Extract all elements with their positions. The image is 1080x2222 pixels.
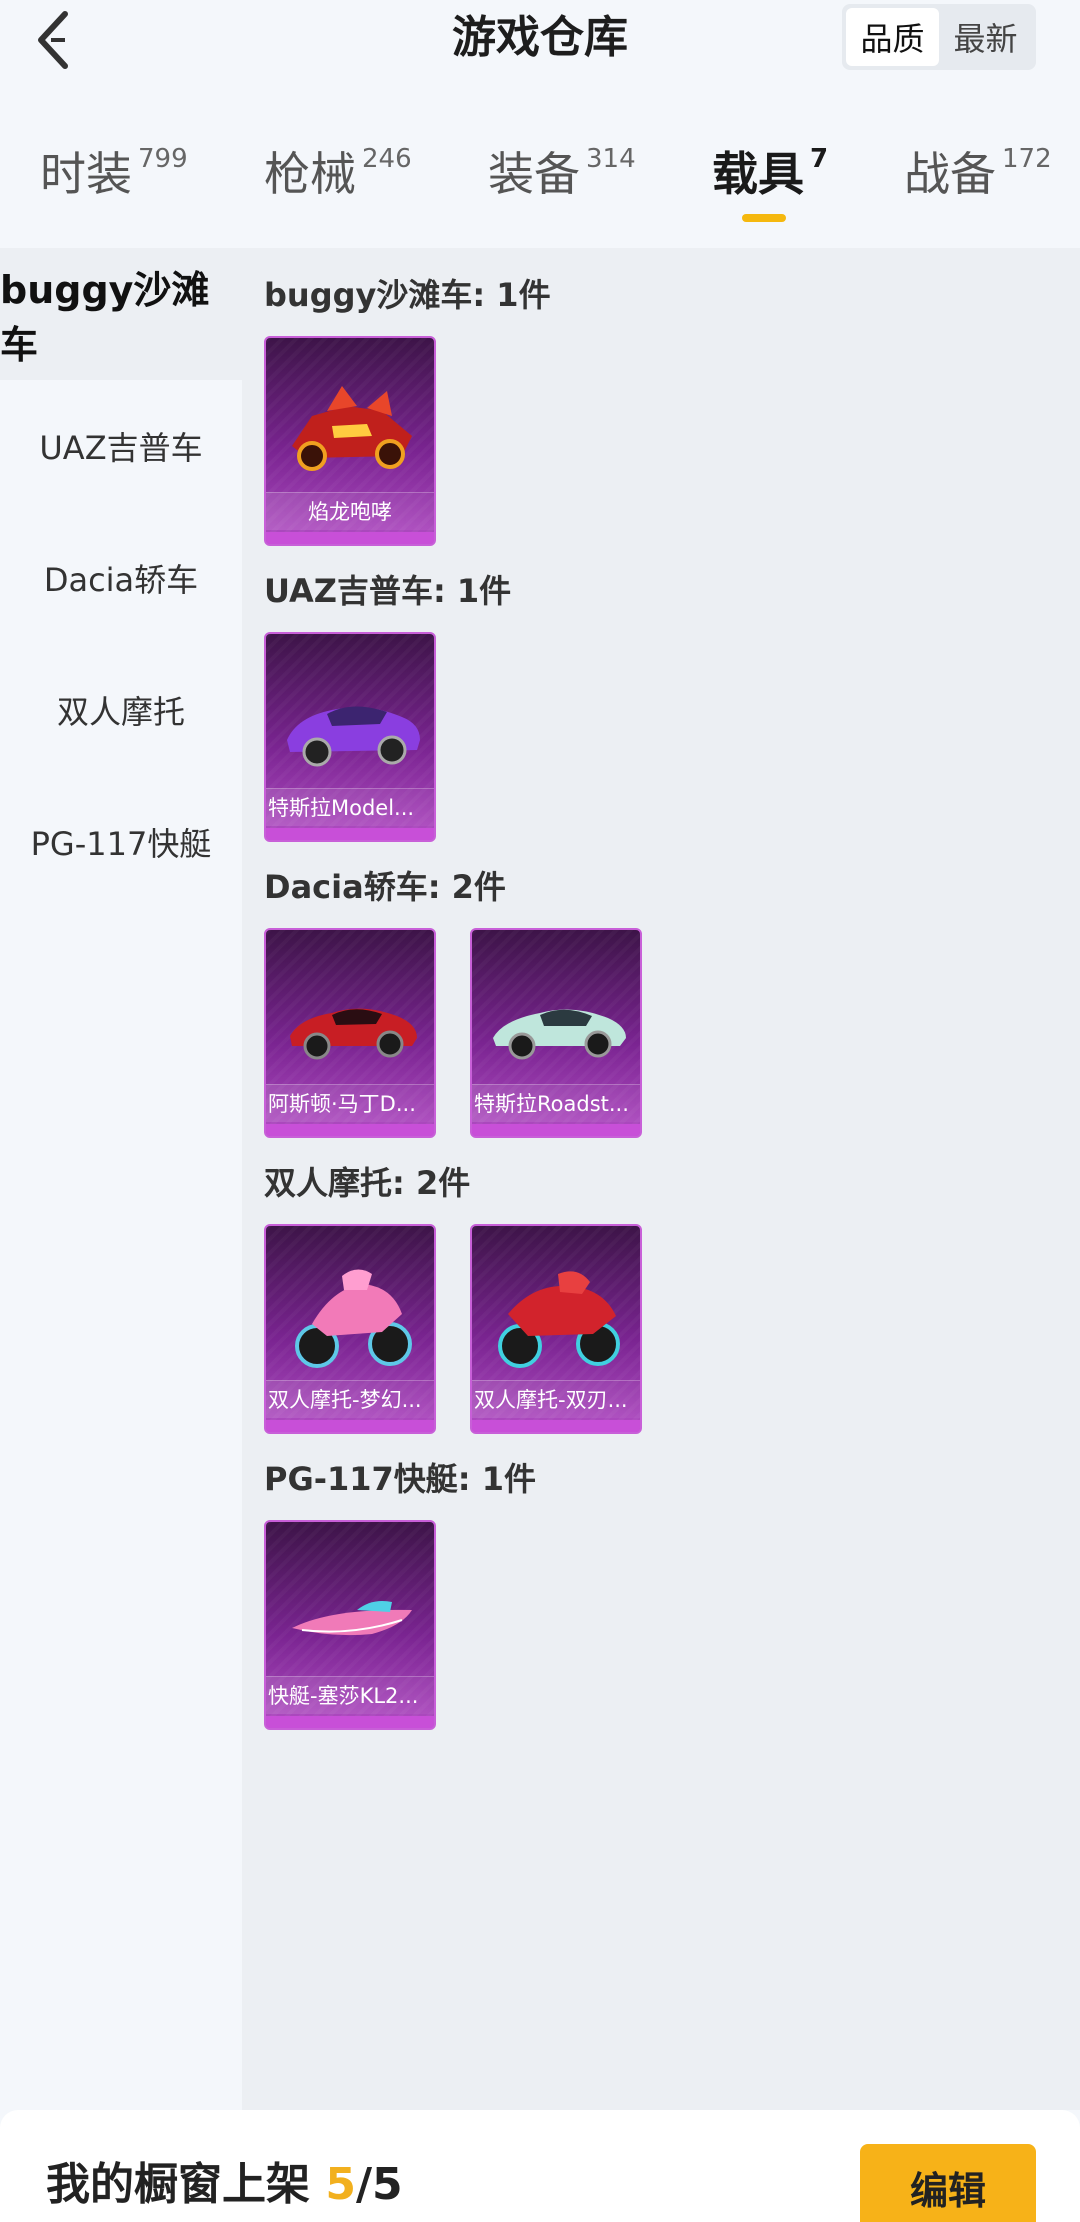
rarity-bar [266, 532, 434, 544]
sort-toggle: 品质 最新 [842, 4, 1036, 70]
item-name: 双人摩托-梦幻... [266, 1380, 434, 1418]
tab-guns[interactable]: 枪械 246 [264, 134, 412, 234]
rarity-bar [266, 1420, 434, 1432]
sort-quality-option[interactable]: 品质 [846, 8, 939, 66]
item-list: buggy沙滩车: 1件 焰龙咆哮 UAZ吉普车: 1件 特斯拉Model...… [242, 248, 1080, 2110]
tab-label: 装备 [488, 147, 580, 201]
vehicle-card[interactable]: 阿斯顿·马丁D... [264, 928, 436, 1138]
item-name: 双人摩托-双刃... [472, 1380, 640, 1418]
speedboat-icon [292, 1601, 412, 1636]
vehicle-card[interactable]: 双人摩托-梦幻... [264, 1224, 436, 1434]
rarity-bar [472, 1124, 640, 1136]
group-title-dacia: Dacia轿车: 2件 [264, 868, 506, 906]
item-name: 快艇-塞莎KL2... [266, 1676, 434, 1714]
vehicle-card[interactable]: 焰龙咆哮 [264, 336, 436, 546]
item-name: 特斯拉Model... [266, 788, 434, 826]
edit-button[interactable]: 编辑 [860, 2144, 1036, 2222]
tab-label: 载具 [712, 147, 804, 201]
mint-car-icon [493, 1009, 626, 1060]
vehicle-card[interactable]: 快艇-塞莎KL2... [264, 1520, 436, 1730]
showcase-current-count: 5 [325, 2159, 356, 2210]
tab-count: 314 [586, 144, 636, 174]
sidebar-item-motorcycle[interactable]: 双人摩托 [0, 644, 242, 776]
vehicle-card[interactable]: 特斯拉Roadst... [470, 928, 642, 1138]
showcase-total-count: /5 [355, 2159, 403, 2210]
tab-count: 172 [1002, 144, 1052, 174]
item-name: 特斯拉Roadst... [472, 1084, 640, 1122]
sidebar-item-uaz[interactable]: UAZ吉普车 [0, 380, 242, 512]
tab-label: 时装 [40, 147, 132, 201]
buggy-icon [292, 386, 412, 471]
tab-count: 799 [138, 144, 188, 174]
item-name: 阿斯顿·马丁D... [266, 1084, 434, 1122]
group-title-uaz: UAZ吉普车: 1件 [264, 572, 512, 610]
red-car-icon [290, 1008, 417, 1060]
group-title-motorcycle: 双人摩托: 2件 [264, 1164, 471, 1202]
sort-newest-option[interactable]: 最新 [939, 8, 1032, 66]
tab-label: 枪械 [264, 147, 356, 201]
purple-car-icon [287, 706, 420, 767]
sidebar-item-buggy[interactable]: buggy沙滩车 [0, 248, 242, 380]
active-tab-indicator [742, 214, 786, 222]
red-motorcycle-icon [498, 1271, 620, 1368]
group-title-boat: PG-117快艇: 1件 [264, 1460, 537, 1498]
header: 游戏仓库 品质 最新 [0, 0, 1080, 110]
tab-equipment[interactable]: 装备 314 [488, 134, 636, 234]
vehicle-card[interactable]: 双人摩托-双刃... [470, 1224, 642, 1434]
showcase-label: 我的橱窗上架 [46, 2159, 310, 2210]
pink-motorcycle-icon [295, 1269, 412, 1368]
tab-count: 7 [810, 144, 829, 174]
tab-fashion[interactable]: 时装 799 [40, 134, 188, 234]
rarity-bar [266, 828, 434, 840]
category-tabs: 时装 799 枪械 246 装备 314 载具 7 战备 172 [0, 134, 1080, 246]
vehicle-card[interactable]: 特斯拉Model... [264, 632, 436, 842]
tab-supplies[interactable]: 战备 172 [904, 134, 1052, 234]
rarity-bar [266, 1716, 434, 1728]
sidebar-item-boat[interactable]: PG-117快艇 [0, 776, 242, 908]
vehicle-type-sidebar: buggy沙滩车 UAZ吉普车 Dacia轿车 双人摩托 PG-117快艇 [0, 248, 242, 2110]
rarity-bar [266, 1124, 434, 1136]
group-title-buggy: buggy沙滩车: 1件 [264, 276, 551, 314]
rarity-bar [472, 1420, 640, 1432]
tab-label: 战备 [904, 147, 996, 201]
sidebar-item-dacia[interactable]: Dacia轿车 [0, 512, 242, 644]
item-name: 焰龙咆哮 [266, 492, 434, 530]
tab-count: 246 [362, 144, 412, 174]
showcase-status: 我的橱窗上架 5/5 [46, 2148, 403, 2212]
bottom-bar: 我的橱窗上架 5/5 编辑 [0, 2110, 1080, 2222]
